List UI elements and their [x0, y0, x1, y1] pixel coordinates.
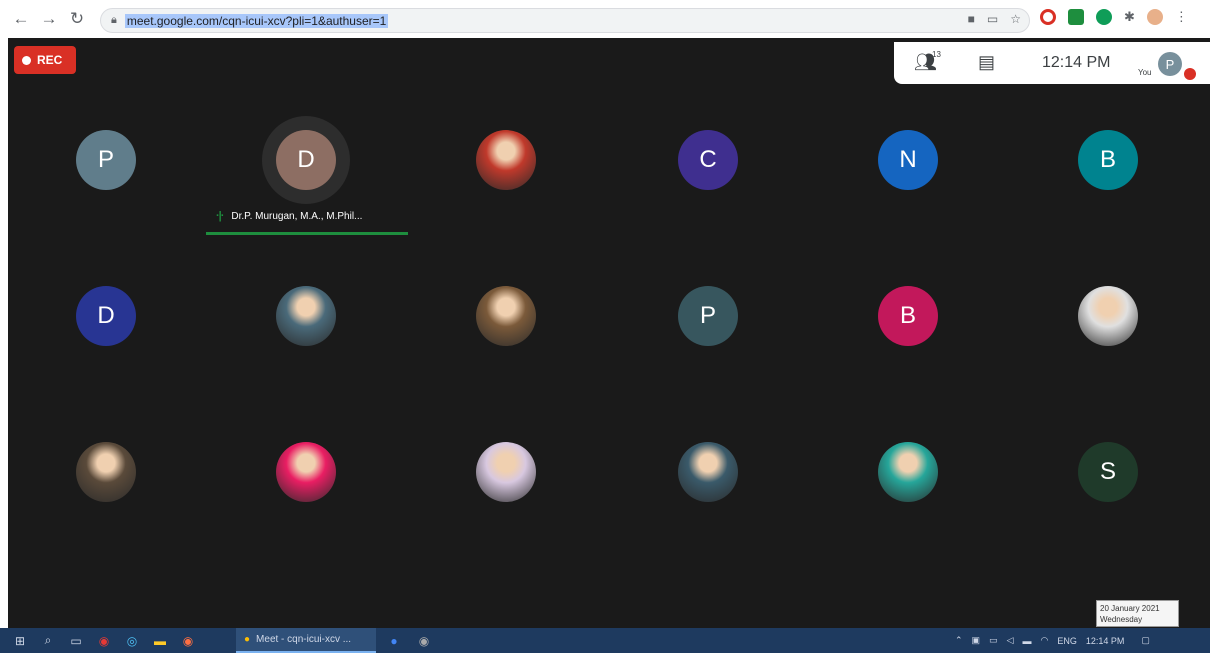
address-bar[interactable]: 🔒︎ meet.google.com/cqn-icui-xcv?pli=1&au… [100, 8, 1030, 33]
participant-count: 13 [932, 50, 941, 59]
audio-level-icon: ·|· [216, 210, 224, 222]
date-tooltip: 20 January 2021 Wednesday [1096, 600, 1179, 627]
participant-avatar[interactable]: C [678, 130, 738, 190]
lock-icon[interactable]: 🔒︎ [111, 14, 117, 27]
rec-label: REC [37, 53, 63, 67]
meet-grid: REC 👥︎ 13 ▤ 12:14 PM You P P D C N B D P B S ·|·… [8, 38, 1210, 628]
meeting-time: 12:14 PM [1042, 54, 1111, 71]
browser-toolbar: ← → ↻ 🔒︎ meet.google.com/cqn-icui-xcv?pl… [0, 0, 1210, 38]
edge-icon[interactable]: ◎ [118, 628, 146, 653]
participant-avatar[interactable] [476, 286, 536, 346]
extensions-bar: ✱ ⋮ [1040, 9, 1188, 25]
participant-avatar[interactable] [678, 442, 738, 502]
meet-top-bar: 👥︎ 13 ▤ 12:14 PM You P [894, 42, 1210, 84]
chrome-taskbar-icon[interactable]: ● [380, 628, 408, 653]
participant-avatar[interactable] [476, 130, 536, 190]
camera-icon[interactable]: ■ [968, 12, 975, 26]
star-icon[interactable]: ☆ [1010, 12, 1021, 26]
you-label: You [1138, 68, 1152, 77]
taskbar-app-label: Meet - cqn-icui-xcv ... [256, 634, 352, 645]
system-tray: ⌃ ▣ ▭ ◁ ▬ ◠ ENG 12:14 PM ▢ [955, 628, 1150, 653]
record-icon [22, 55, 31, 65]
participant-avatar[interactable] [276, 442, 336, 502]
windows-taskbar: ⊞ ⌕ ▭ ◉ ◎ ▬ ◉ ● Meet - cqn-icui-xcv ... … [0, 628, 1210, 653]
windows-start-icon[interactable]: ⊞ [6, 628, 34, 653]
menu-icon[interactable]: ⋮ [1175, 9, 1188, 25]
url-text[interactable]: meet.google.com/cqn-icui-xcv?pli=1&authu… [124, 13, 389, 28]
search-icon[interactable]: ⌕ [34, 628, 62, 653]
chat-icon[interactable]: ▤ [978, 52, 995, 73]
file-explorer-icon[interactable]: ▬ [146, 628, 174, 653]
date-line: 20 January 2021 [1100, 604, 1160, 613]
profile-icon[interactable] [1146, 9, 1163, 25]
network-icon[interactable]: ▣ [972, 635, 981, 646]
active-speaker-label: ·|· Dr.P. Murugan, M.A., M.Phil... [216, 210, 362, 222]
mic-off-icon [1184, 68, 1196, 80]
extension-icon[interactable] [1068, 9, 1084, 25]
chrome-icon: ● [244, 634, 251, 645]
participant-avatar[interactable]: D [76, 286, 136, 346]
notification-icon[interactable]: ▢ [1141, 635, 1150, 646]
participant-avatar[interactable] [276, 286, 336, 346]
wifi-icon[interactable]: ◠ [1041, 635, 1049, 646]
omnibox-actions: ■ ▭ ☆ [968, 12, 1021, 26]
meet-taskbar-app[interactable]: ● Meet - cqn-icui-xcv ... [236, 628, 376, 653]
battery-icon[interactable]: ▬ [1023, 636, 1032, 646]
language-indicator[interactable]: ENG [1057, 636, 1077, 646]
participant-avatar[interactable]: N [878, 130, 938, 190]
browser-icon[interactable]: ◉ [174, 628, 202, 653]
volume-icon[interactable]: ◁ [1007, 635, 1014, 646]
puzzle-icon[interactable]: ✱ [1124, 9, 1135, 25]
participant-avatar[interactable]: B [1078, 130, 1138, 190]
participant-avatar[interactable]: D [276, 130, 336, 190]
reload-icon[interactable]: ↻ [64, 6, 90, 32]
weekday-line: Wednesday [1100, 615, 1143, 624]
speaker-name: Dr.P. Murugan, M.A., M.Phil... [231, 210, 363, 222]
opera-icon[interactable] [1040, 9, 1056, 25]
rec-indicator: REC [14, 46, 76, 74]
participant-avatar[interactable]: S [1078, 442, 1138, 502]
participant-avatar[interactable]: B [878, 286, 938, 346]
self-avatar[interactable]: P [1158, 52, 1182, 76]
chevron-up-icon[interactable]: ⌃ [955, 635, 963, 646]
participant-avatar[interactable] [1078, 286, 1138, 346]
back-icon[interactable]: ← [8, 6, 34, 32]
participant-avatar[interactable]: P [76, 130, 136, 190]
participant-avatar[interactable]: P [678, 286, 738, 346]
app-taskbar-icon[interactable]: ◉ [410, 628, 438, 653]
clock[interactable]: 12:14 PM [1086, 636, 1125, 646]
participant-avatar[interactable] [878, 442, 938, 502]
vpn-icon[interactable] [1096, 9, 1112, 25]
participant-avatar[interactable] [76, 442, 136, 502]
opera-taskbar-icon[interactable]: ◉ [90, 628, 118, 653]
active-speaker-underline [206, 232, 408, 235]
cast-icon[interactable]: ▭ [987, 12, 998, 26]
display-icon[interactable]: ▭ [989, 635, 998, 646]
nav-buttons: ← → ↻ [8, 6, 90, 32]
task-view-icon[interactable]: ▭ [62, 628, 90, 653]
participant-avatar[interactable] [476, 442, 536, 502]
forward-icon[interactable]: → [36, 6, 62, 32]
